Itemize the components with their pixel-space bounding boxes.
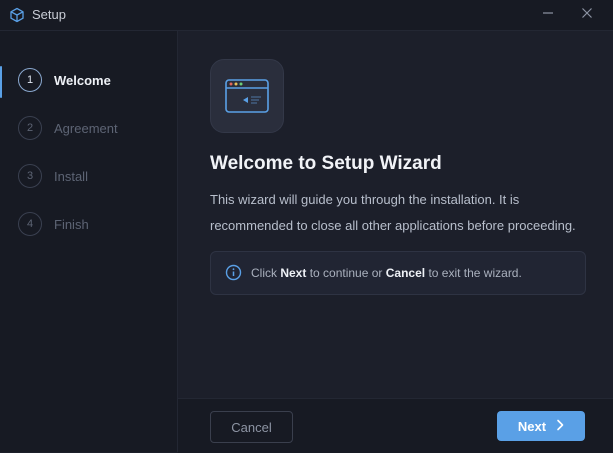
cancel-button-label: Cancel	[231, 419, 272, 435]
step-number: 2	[18, 116, 42, 140]
step-label: Agreement	[54, 121, 118, 136]
minimize-icon	[542, 6, 554, 24]
step-label: Finish	[54, 217, 89, 232]
close-button[interactable]	[567, 0, 607, 30]
step-finish[interactable]: 4 Finish	[0, 208, 177, 248]
next-button[interactable]: Next	[497, 411, 585, 441]
cancel-button[interactable]: Cancel	[210, 411, 293, 443]
step-label: Install	[54, 169, 88, 184]
step-number: 1	[18, 68, 42, 92]
close-icon	[581, 6, 593, 24]
step-agreement[interactable]: 2 Agreement	[0, 112, 177, 152]
info-callout: Click Next to continue or Cancel to exit…	[210, 251, 586, 295]
main-content: Welcome to Setup Wizard This wizard will…	[178, 31, 613, 398]
step-welcome[interactable]: 1 Welcome	[0, 64, 177, 104]
step-number: 4	[18, 212, 42, 236]
window-title: Setup	[32, 7, 66, 22]
step-label: Welcome	[54, 73, 111, 88]
cube-icon	[9, 7, 25, 23]
welcome-description: This wizard will guide you through the i…	[210, 192, 576, 233]
browser-window-icon	[210, 59, 284, 133]
steps-sidebar: 1 Welcome 2 Agreement 3 Install 4 Finish	[0, 31, 178, 452]
chevron-right-icon	[556, 419, 564, 434]
active-step-indicator	[0, 66, 2, 98]
page-title: Welcome to Setup Wizard	[210, 153, 442, 174]
next-button-label: Next	[517, 418, 547, 434]
next-keyword: Next	[280, 266, 307, 280]
info-icon	[225, 264, 242, 281]
step-number: 3	[18, 164, 42, 188]
cancel-keyword: Cancel	[385, 266, 426, 280]
footer-bar: Cancel Next	[178, 398, 613, 453]
title-bar: Setup	[0, 0, 613, 31]
minimize-button[interactable]	[528, 0, 568, 30]
step-install[interactable]: 3 Install	[0, 160, 177, 200]
info-text: Click Next to continue or Cancel to exit…	[251, 266, 522, 280]
